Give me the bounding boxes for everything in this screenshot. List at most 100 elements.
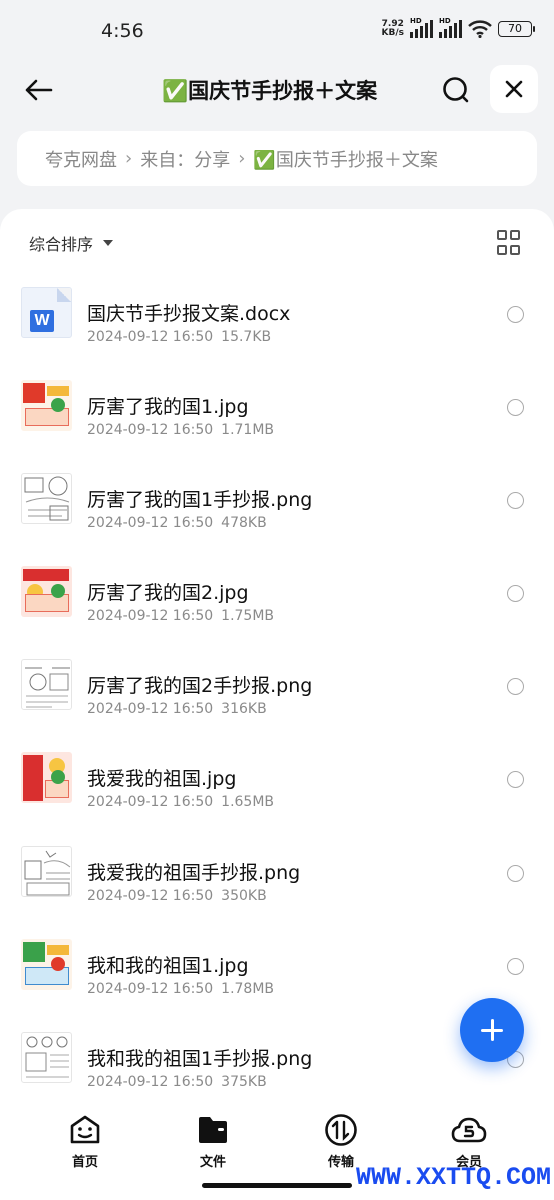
page-title: ✅国庆节手抄报＋文案 bbox=[162, 79, 378, 103]
search-button[interactable] bbox=[436, 70, 476, 110]
image-thumbnail bbox=[21, 566, 72, 618]
file-row[interactable]: 我和我的祖国1.jpg 2024-09-12 16:50 1.78MB bbox=[0, 925, 554, 1018]
file-row[interactable]: 我爱我的祖国.jpg 2024-09-12 16:50 1.65MB bbox=[0, 738, 554, 831]
select-radio[interactable] bbox=[507, 492, 524, 510]
search-icon bbox=[443, 77, 469, 103]
nav-label: 文件 bbox=[199, 1155, 226, 1170]
file-meta: 2024-09-12 16:50 15.7KB bbox=[87, 329, 271, 345]
signal-icon: HD bbox=[410, 17, 433, 38]
caret-down-icon bbox=[103, 240, 114, 246]
file-date: 2024-09-12 16:50 bbox=[87, 887, 214, 904]
sort-bar: 综合排序 bbox=[0, 209, 554, 273]
file-meta: 2024-09-12 16:50 1.75MB bbox=[87, 608, 274, 624]
file-name: 我爱我的祖国手抄报.png bbox=[87, 861, 301, 884]
network-speed-unit: KB/s bbox=[381, 28, 404, 38]
file-size: 316KB bbox=[221, 701, 267, 718]
member-cloud-icon bbox=[451, 1117, 487, 1143]
sketch-thumbnail bbox=[21, 473, 72, 525]
add-button[interactable] bbox=[460, 998, 524, 1062]
file-date: 2024-09-12 16:50 bbox=[87, 794, 214, 811]
file-size: 1.71MB bbox=[221, 422, 275, 439]
home-smile-icon bbox=[70, 1115, 100, 1144]
file-name: 厉害了我的国2手抄报.png bbox=[87, 675, 313, 698]
header-bar: ✅国庆节手抄报＋文案 bbox=[0, 60, 554, 118]
wifi-icon bbox=[468, 20, 492, 38]
file-date: 2024-09-12 16:50 bbox=[87, 515, 214, 532]
file-row[interactable]: W 国庆节手抄报文案.docx 2024-09-12 16:50 15.7KB bbox=[0, 273, 554, 366]
sketch-thumbnail bbox=[21, 845, 72, 897]
breadcrumb-separator: › bbox=[238, 148, 246, 169]
status-time: 4:56 bbox=[101, 20, 144, 42]
file-meta: 2024-09-12 16:50 478KB bbox=[87, 515, 267, 531]
file-date: 2024-09-12 16:50 bbox=[87, 701, 214, 718]
sketch-thumbnail bbox=[21, 1031, 72, 1083]
file-size: 1.65MB bbox=[221, 794, 275, 811]
file-name: 我和我的祖国1手抄报.png bbox=[87, 1047, 313, 1070]
file-date: 2024-09-12 16:50 bbox=[87, 329, 214, 345]
file-name: 国庆节手抄报文案.docx bbox=[87, 303, 291, 325]
nav-label: 首页 bbox=[71, 1155, 98, 1170]
file-name: 厉害了我的国1手抄报.png bbox=[87, 489, 313, 512]
file-size: 1.78MB bbox=[221, 980, 275, 997]
breadcrumb-item-share[interactable]: 来自：分享 bbox=[140, 146, 230, 172]
file-meta: 2024-09-12 16:50 316KB bbox=[87, 701, 267, 717]
home-indicator[interactable] bbox=[202, 1183, 352, 1188]
nav-item-home[interactable]: 首页 bbox=[45, 1113, 125, 1170]
file-meta: 2024-09-12 16:50 375KB bbox=[87, 1074, 267, 1090]
breadcrumb-item-root[interactable]: 夸克网盘 bbox=[45, 146, 117, 172]
signal-icon-2: HD bbox=[439, 17, 462, 38]
sketch-thumbnail bbox=[21, 659, 72, 711]
hd-badge-2: HD bbox=[439, 17, 451, 25]
file-date: 2024-09-12 16:50 bbox=[87, 608, 214, 625]
file-size: 478KB bbox=[221, 515, 267, 532]
back-button[interactable] bbox=[20, 72, 56, 108]
sort-dropdown[interactable]: 综合排序 bbox=[29, 231, 114, 255]
select-radio[interactable] bbox=[507, 306, 524, 323]
folder-icon bbox=[199, 1117, 227, 1143]
file-size: 350KB bbox=[221, 887, 267, 904]
file-meta: 2024-09-12 16:50 1.71MB bbox=[87, 422, 274, 438]
file-date: 2024-09-12 16:50 bbox=[87, 1073, 214, 1090]
breadcrumb: 夸克网盘 › 来自：分享 › ✅国庆节手抄报＋文案 bbox=[17, 131, 537, 186]
select-radio[interactable] bbox=[507, 399, 524, 417]
file-row[interactable]: 厉害了我的国1.jpg 2024-09-12 16:50 1.71MB bbox=[0, 366, 554, 459]
file-size: 1.75MB bbox=[221, 608, 275, 625]
select-radio[interactable] bbox=[507, 678, 524, 696]
select-radio[interactable] bbox=[507, 957, 524, 975]
file-name: 厉害了我的国2.jpg bbox=[87, 582, 249, 605]
file-list: W 国庆节手抄报文案.docx 2024-09-12 16:50 15.7KB 厉… bbox=[0, 273, 554, 1111]
grid-view-icon[interactable] bbox=[497, 230, 523, 256]
network-speed: 7.92 KB/s bbox=[382, 20, 404, 38]
status-indicators: 7.92 KB/s HD HD 70 bbox=[382, 17, 535, 38]
file-name: 厉害了我的国1.jpg bbox=[87, 396, 249, 419]
file-row[interactable]: 厉害了我的国1手抄报.png 2024-09-12 16:50 478KB bbox=[0, 459, 554, 552]
close-button[interactable] bbox=[490, 65, 538, 113]
file-meta: 2024-09-12 16:50 350KB bbox=[87, 888, 267, 904]
select-radio[interactable] bbox=[507, 585, 524, 603]
file-meta: 2024-09-12 16:50 1.78MB bbox=[87, 981, 274, 997]
nav-item-files[interactable]: 文件 bbox=[173, 1113, 253, 1170]
arrow-left-icon bbox=[25, 79, 53, 101]
sort-label: 综合排序 bbox=[29, 235, 94, 254]
file-name: 我爱我的祖国.jpg bbox=[87, 768, 237, 791]
breadcrumb-separator: › bbox=[125, 148, 133, 169]
file-size: 15.7KB bbox=[221, 329, 272, 345]
file-row[interactable]: 我爱我的祖国手抄报.png 2024-09-12 16:50 350KB bbox=[0, 832, 554, 925]
file-date: 2024-09-12 16:50 bbox=[87, 980, 214, 997]
watermark: WWW.XXTTQ.COM bbox=[356, 1163, 552, 1192]
select-radio[interactable] bbox=[507, 864, 524, 882]
file-row[interactable]: 厉害了我的国2手抄报.png 2024-09-12 16:50 316KB bbox=[0, 645, 554, 738]
image-thumbnail bbox=[21, 752, 72, 804]
nav-item-transfer[interactable]: 传输 bbox=[301, 1113, 381, 1170]
nav-item-member[interactable]: 会员 bbox=[429, 1113, 509, 1170]
status-bar: 4:56 7.92 KB/s HD HD 70 bbox=[0, 0, 554, 60]
file-name: 我和我的祖国1.jpg bbox=[87, 954, 249, 977]
select-radio[interactable] bbox=[507, 771, 524, 789]
image-thumbnail bbox=[21, 380, 72, 432]
word-doc-icon: W bbox=[21, 287, 72, 338]
battery-indicator: 70 bbox=[498, 21, 535, 37]
file-row[interactable]: 厉害了我的国2.jpg 2024-09-12 16:50 1.75MB bbox=[0, 552, 554, 645]
hd-badge-1: HD bbox=[410, 17, 422, 25]
transfer-icon bbox=[325, 1114, 357, 1146]
breadcrumb-item-current[interactable]: ✅国庆节手抄报＋文案 bbox=[253, 146, 437, 172]
